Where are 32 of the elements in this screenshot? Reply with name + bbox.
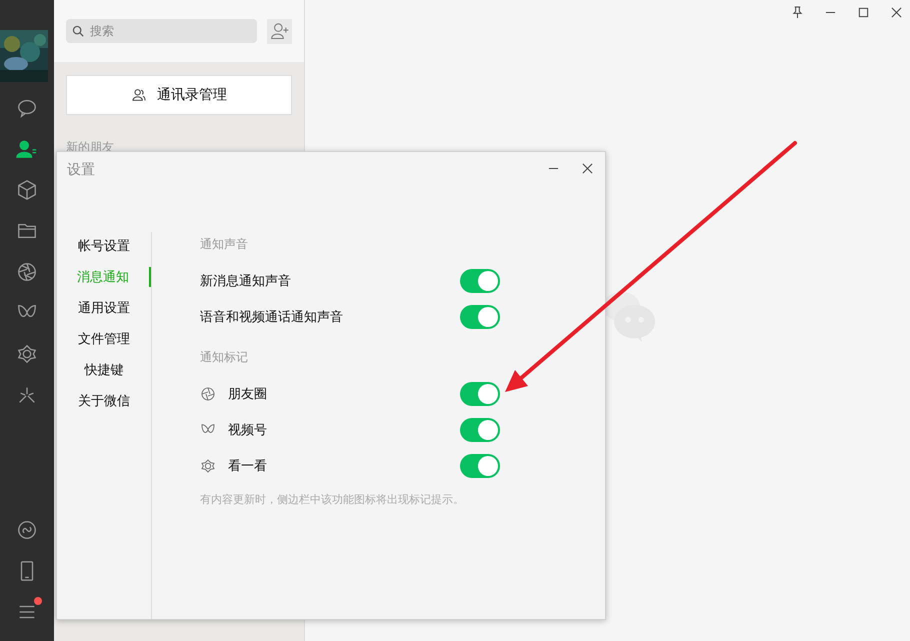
aperture-icon [200, 386, 216, 402]
settings-tab[interactable]: 快捷键 [57, 360, 151, 380]
contacts-icon[interactable] [16, 138, 38, 160]
contacts-manage-button[interactable]: 通讯录管理 [66, 75, 292, 115]
flower-icon[interactable] [16, 343, 38, 365]
toggle-switch[interactable] [460, 305, 500, 329]
section-title: 通知声音 [200, 236, 248, 253]
settings-tab[interactable]: 文件管理 [57, 329, 151, 349]
dialog-title: 设置 [67, 161, 95, 179]
toggle-switch[interactable] [460, 269, 500, 293]
mini-program-icon[interactable] [16, 519, 38, 541]
toggle-switch[interactable] [460, 382, 500, 406]
search-icon [72, 25, 84, 37]
setting-label: 视频号 [228, 421, 268, 439]
flower-icon [200, 458, 216, 474]
toggle-switch[interactable] [460, 418, 500, 442]
people-icon [131, 87, 147, 103]
hint-text: 有内容更新时，侧边栏中该功能图标将出现标记提示。 [200, 492, 464, 507]
setting-label: 新消息通知声音 [200, 272, 292, 290]
toggle-switch[interactable] [460, 454, 500, 478]
aperture-icon[interactable] [16, 261, 38, 283]
settings-tab[interactable]: 通用设置 [57, 298, 151, 318]
add-contact-button[interactable] [267, 18, 292, 44]
section-title: 通知标记 [200, 349, 248, 366]
cube-icon[interactable] [16, 179, 38, 201]
chat-icon[interactable] [16, 97, 38, 119]
setting-label: 语音和视频通话通知声音 [200, 308, 344, 326]
setting-label: 看一看 [228, 457, 268, 475]
settings-tab[interactable]: 帐号设置 [57, 236, 151, 256]
search-field[interactable]: 搜索 [66, 19, 257, 43]
settings-tab[interactable]: 关于微信 [57, 391, 151, 411]
setting-label: 朋友圈 [228, 385, 268, 403]
